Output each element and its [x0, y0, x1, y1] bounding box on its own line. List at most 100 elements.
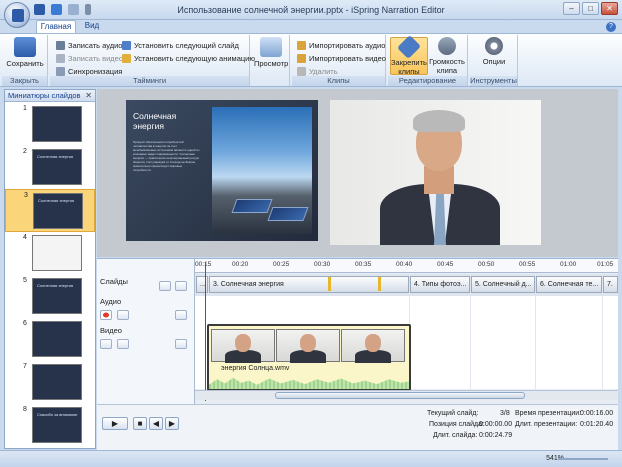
ruler-tick: 01:05 [597, 261, 614, 268]
slide-body-text: Процесс обеспечения потребностей человеч… [133, 140, 200, 172]
record-video-label: Записать видео [68, 53, 124, 63]
slide-track-button-icon[interactable] [175, 281, 187, 291]
set-next-slide-button[interactable]: Установить следующий слайд [122, 39, 239, 51]
delete-label: Удалить [309, 66, 338, 76]
preview-button[interactable]: Просмотр [254, 37, 288, 68]
presentation-duration-label: Длит. презентации: [515, 421, 578, 428]
thumbnail-image: Солнечная энергия [33, 193, 83, 229]
set-next-animation-button[interactable]: Установить следующую анимацию [122, 52, 255, 64]
thumbnail-slide-5[interactable]: 5 Солнечная энергия [5, 275, 95, 318]
maximize-button[interactable]: □ [582, 2, 599, 15]
clip-volume-button[interactable]: Громкость клипа [428, 37, 466, 75]
slide-segment[interactable]: 7. [603, 276, 618, 293]
slide-track-button-icon[interactable] [159, 281, 171, 291]
playhead[interactable] [205, 262, 206, 401]
window-controls: – □ ✕ [563, 2, 618, 15]
record-audio-icon[interactable] [100, 310, 112, 320]
pin-clips-label: Закрепить клипы [391, 58, 427, 76]
import-video-button[interactable]: Импортировать видео [297, 52, 386, 64]
thumbnails-title: Миниатюры слайдов [8, 91, 81, 100]
camera-icon [56, 53, 65, 63]
import-video-label: Импортировать видео [309, 53, 386, 63]
stop-button[interactable]: ■ [133, 417, 147, 430]
thumbnail-slide-1[interactable]: 1 [5, 103, 95, 146]
stop-video-icon[interactable] [117, 339, 129, 349]
slide-segment[interactable]: 6. Солнечная те... [536, 276, 602, 293]
pin-clips-button[interactable]: Закрепить клипы [390, 34, 428, 76]
thumbnail-slide-8[interactable]: 8 Спасибо за внимание [5, 404, 95, 447]
group-label-clips: Клипы [292, 76, 385, 86]
save-button[interactable]: Сохранить [6, 37, 44, 68]
slide-segment[interactable]: ... [196, 276, 208, 293]
help-icon[interactable]: ? [606, 22, 616, 32]
ribbon-tabs: Главная Вид [0, 20, 622, 33]
thumbnail-slide-4[interactable]: 4 [5, 232, 95, 275]
scrollbar-thumb[interactable] [275, 392, 525, 399]
stop-audio-icon[interactable] [117, 310, 129, 320]
ruler-tick: 00:45 [437, 261, 454, 268]
solar-panel [267, 207, 309, 221]
save-icon [14, 37, 36, 57]
group-preview: Просмотр [252, 35, 290, 86]
ruler-tick: 00:35 [355, 261, 372, 268]
thumbnail-image [32, 235, 82, 271]
clip-frame [276, 329, 340, 363]
clip-name: энергия Солнца.wmv [221, 365, 290, 372]
clip-frame [341, 329, 405, 363]
options-button[interactable]: Опции [476, 37, 512, 66]
slides-track: ... 3. Солнечная энергия 4. Типы фотоэ..… [195, 274, 618, 296]
previous-button[interactable]: ◀ [149, 417, 163, 430]
audio-volume-icon[interactable] [175, 310, 187, 320]
ruler-tick: 00:20 [232, 261, 249, 268]
zoom-slider[interactable] [558, 458, 608, 460]
ruler-tick: 00:15 [195, 261, 212, 268]
animation-marker[interactable] [328, 277, 331, 291]
thumbnail-slide-6[interactable]: 6 [5, 318, 95, 361]
close-panel-icon[interactable]: ✕ [85, 90, 92, 101]
import-audio-button[interactable]: Импортировать аудио [297, 39, 385, 51]
video-volume-icon[interactable] [175, 339, 187, 349]
preview-icon [260, 37, 282, 57]
timeline-scrollbar[interactable] [195, 390, 618, 400]
slide-duration-value: 0:00:24.79 [479, 432, 513, 439]
next-button[interactable]: ▶ [165, 417, 179, 430]
frame-face [235, 334, 251, 352]
tab-home[interactable]: Главная [36, 20, 76, 33]
clip-volume-label: Громкость клипа [429, 57, 465, 75]
slide-duration-label: Длит. слайда: [433, 432, 478, 439]
slide-preview: Солнечная энергия Процесс обеспечения по… [126, 100, 318, 241]
clip-frame [211, 329, 275, 363]
slide-position-value: 0:00:00.00 [479, 421, 513, 428]
play-button[interactable]: ▶ [102, 417, 128, 430]
ruler-tick: 00:30 [314, 261, 331, 268]
thumbnail-slide-7[interactable]: 7 [5, 361, 95, 404]
status-bar: 541% [0, 450, 622, 467]
current-slide-value: 3/8 [500, 410, 510, 417]
tab-view[interactable]: Вид [82, 20, 102, 33]
grid-line [470, 296, 471, 389]
slide-segment[interactable]: 5. Солнечный д... [471, 276, 535, 293]
animation-marker[interactable] [378, 277, 381, 291]
application-menu-button[interactable] [4, 2, 30, 28]
thumbnail-slide-3[interactable]: 3 Солнечная энергия [5, 189, 95, 232]
time-ruler[interactable]: 00:15 00:20 00:25 00:30 00:35 00:40 00:4… [195, 259, 618, 273]
set-next-slide-label: Установить следующий слайд [134, 40, 239, 50]
window-title: Использование солнечной энергии.pptx - i… [177, 5, 445, 15]
record-video-icon[interactable] [100, 339, 112, 349]
animation-icon [122, 53, 131, 63]
thumbnail-slide-2[interactable]: 2 Солнечная энергия [5, 146, 95, 189]
import-audio-icon [297, 40, 306, 50]
next-slide-icon [122, 40, 131, 50]
close-button[interactable]: ✕ [601, 2, 618, 15]
minimize-button[interactable]: – [563, 2, 580, 15]
slide-segment[interactable]: 4. Типы фотоэ... [410, 276, 470, 293]
group-tools: Опции Инструменты [470, 35, 518, 86]
record-video-button[interactable]: Записать видео [56, 52, 123, 64]
group-label-tools: Инструменты [470, 76, 517, 86]
record-audio-button[interactable]: Записать аудио [56, 39, 122, 51]
group-label-close: Закрыть [2, 76, 47, 86]
timeline: Слайды Аудио Видео 00:15 00:20 00:25 00:… [97, 258, 618, 405]
slide-position-label: Позиция слайда: [429, 421, 484, 428]
thumbnail-number: 2 [23, 148, 27, 155]
video-clip[interactable]: энергия Солнца.wmv [207, 324, 411, 391]
